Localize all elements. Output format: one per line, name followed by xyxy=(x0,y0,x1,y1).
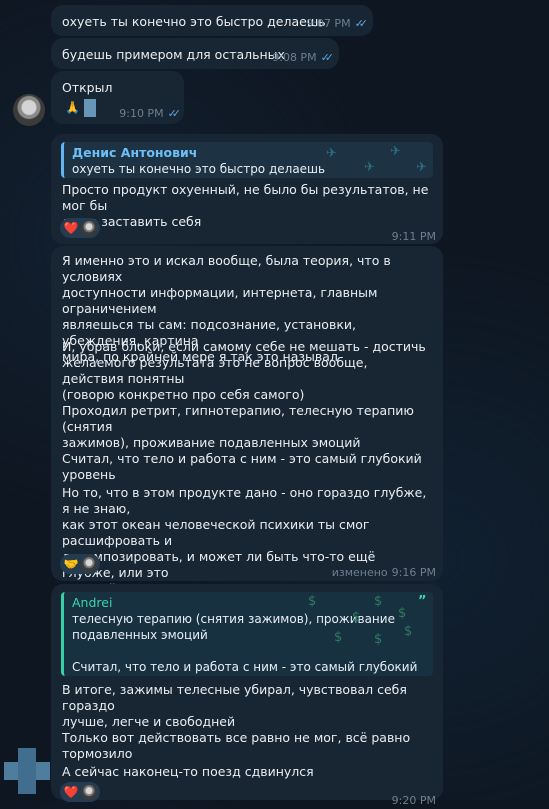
telegram-pattern-icon: ✈ xyxy=(416,160,427,175)
message-bubble[interactable]: будешь примером для остальных 9:08 PM ✓✓ xyxy=(51,38,339,69)
reaction-badge[interactable]: ❤️ xyxy=(60,218,100,238)
message-text: будешь примером для остальных xyxy=(62,47,285,62)
money-bag-pattern-icon: $ xyxy=(398,606,407,621)
message-meta: 9:08 PM ✓✓ xyxy=(272,51,335,66)
money-bag-pattern-icon: $ xyxy=(374,594,383,609)
message-meta: 9:20 PM xyxy=(392,793,436,809)
message-meta: 9:10 PM ✓✓ xyxy=(119,107,182,122)
double-check-icon: ✓✓ xyxy=(354,17,369,30)
reaction-badge[interactable]: ❤️ xyxy=(60,782,100,802)
double-check-icon: ✓✓ xyxy=(320,51,335,64)
money-bag-pattern-icon: $ xyxy=(404,624,413,639)
reply-quote[interactable]: Andrei телесную терапию (снятия зажимов)… xyxy=(61,592,433,676)
message-bubble[interactable]: Открыл 🙏 9:10 PM ✓✓ xyxy=(51,71,184,124)
telegram-pattern-icon: ✈ xyxy=(390,144,401,159)
message-text: Открыл xyxy=(62,80,113,95)
reaction-avatar xyxy=(81,784,97,800)
message-paragraph: Проходил ретрит, гипнотерапию, телесную … xyxy=(62,403,414,450)
pray-emoji: 🙏 xyxy=(65,99,96,117)
handshake-icon: 🤝 xyxy=(63,557,79,571)
reply-quote[interactable]: Денис Антонович охуеть ты конечно это бы… xyxy=(61,142,433,178)
message-paragraph: И, убрав блоки, если самому себе не меша… xyxy=(62,339,426,402)
message-bubble[interactable]: Andrei телесную терапию (снятия зажимов)… xyxy=(51,584,443,807)
message-text: охуеть ты конечно это быстро делаешь xyxy=(62,14,326,29)
money-bag-pattern-icon: $ xyxy=(352,610,361,625)
reply-text: телесную терапию (снятия зажимов), прожи… xyxy=(72,612,418,674)
message-bubble[interactable]: охуеть ты конечно это быстро делаешь 9:0… xyxy=(51,5,373,36)
reaction-avatar xyxy=(81,556,97,572)
message-text: Просто продукт охуенный, не было бы резу… xyxy=(62,182,429,229)
message-meta: изменено 9:16 PM xyxy=(332,565,436,581)
reply-author: Денис Антонович xyxy=(72,145,198,160)
message-meta: 9:07 PM ✓✓ xyxy=(306,17,369,32)
message-paragraph: А сейчас наконец-то поезд сдвинулся xyxy=(62,764,314,779)
blurred-sticker xyxy=(83,99,96,117)
heart-icon: ❤️ xyxy=(63,221,79,235)
message-bubble[interactable]: Денис Антонович охуеть ты конечно это бы… xyxy=(51,134,443,244)
reaction-avatar xyxy=(81,220,97,236)
avatar[interactable] xyxy=(4,748,50,794)
message-paragraph: В итоге, зажимы телесные убирал, чувство… xyxy=(62,682,407,729)
quote-icon: ” xyxy=(418,594,427,609)
message-time: 9:20 PM xyxy=(391,794,436,807)
avatar[interactable] xyxy=(13,94,45,126)
message-time: 9:11 PM xyxy=(391,230,436,243)
message-time: 9:16 PM xyxy=(391,566,436,579)
message-paragraph: Только вот действовать все равно не мог,… xyxy=(62,730,411,761)
message-time: 9:08 PM xyxy=(272,51,317,64)
money-bag-pattern-icon: $ xyxy=(334,630,343,645)
message-bubble[interactable]: Я именно это и искал вообще, была теория… xyxy=(51,246,443,596)
message-time: 9:10 PM xyxy=(119,107,164,120)
reaction-badge[interactable]: 🤝 xyxy=(60,554,100,574)
edited-label: изменено xyxy=(331,566,388,579)
reply-author: Andrei xyxy=(72,595,113,610)
message-time: 9:07 PM xyxy=(306,17,351,30)
message-meta: 9:11 PM xyxy=(392,229,436,245)
heart-icon: ❤️ xyxy=(63,785,79,799)
telegram-pattern-icon: ✈ xyxy=(364,160,375,175)
double-check-icon: ✓✓ xyxy=(167,107,182,120)
money-bag-pattern-icon: $ xyxy=(374,632,383,647)
message-paragraph: Считал, что тело и работа с ним - это са… xyxy=(62,451,422,482)
money-bag-pattern-icon: $ xyxy=(308,594,317,609)
telegram-pattern-icon: ✈ xyxy=(326,146,337,161)
